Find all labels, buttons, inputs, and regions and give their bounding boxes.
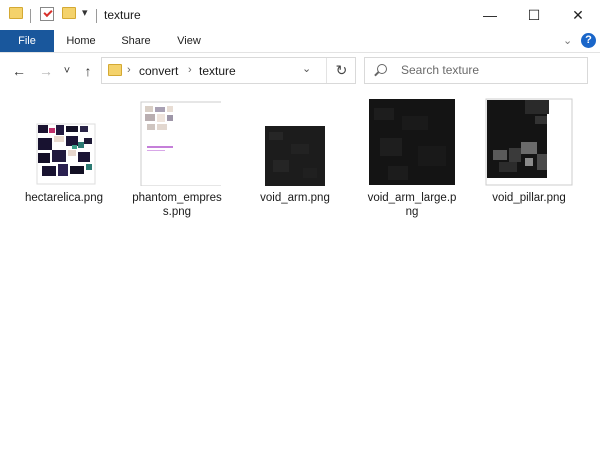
refresh-icon[interactable]: ↻: [326, 58, 356, 83]
search-icon: [377, 64, 387, 74]
minimize-button[interactable]: —: [468, 0, 512, 30]
address-bar[interactable]: › convert › texture ⌄ ↻: [101, 57, 356, 84]
thumbnail: [251, 98, 339, 186]
navigation-bar: ← → ˅ ↑ › convert › texture ⌄ ↻: [0, 53, 600, 88]
file-list: hectarelica.png phantom_empress.png void…: [0, 88, 600, 452]
tab-home[interactable]: Home: [60, 30, 102, 52]
file-item[interactable]: hectarelica.png: [14, 98, 114, 205]
address-dropdown-icon[interactable]: ⌄: [302, 62, 311, 75]
file-name: void_arm_large.png: [367, 192, 457, 218]
recent-locations-icon[interactable]: ˅: [60, 61, 74, 81]
breadcrumb-texture[interactable]: texture: [199, 64, 236, 78]
file-name: phantom_empress.png: [132, 192, 222, 218]
chevron-down-icon[interactable]: ⌄: [563, 34, 572, 47]
help-icon[interactable]: ?: [581, 33, 596, 48]
up-arrow-icon[interactable]: ↑: [78, 61, 98, 81]
title-bar: ▾ texture — ☐ ✕: [0, 0, 600, 30]
file-item[interactable]: void_arm.png: [245, 98, 345, 205]
properties-icon[interactable]: [40, 7, 54, 21]
customize-quick-access-icon[interactable]: ▾: [82, 6, 88, 22]
breadcrumb-separator: ›: [127, 64, 131, 76]
separator: [96, 9, 97, 23]
close-button[interactable]: ✕: [556, 0, 600, 30]
breadcrumb-separator: ›: [188, 64, 192, 76]
search-input[interactable]: [401, 63, 581, 77]
tab-view[interactable]: View: [168, 30, 210, 52]
forward-arrow-icon[interactable]: →: [35, 61, 57, 81]
thumbnail: [20, 98, 108, 186]
file-item[interactable]: phantom_empress.png: [127, 98, 228, 219]
file-name: void_arm.png: [260, 192, 330, 204]
thumbnail: [485, 98, 573, 186]
breadcrumb-convert[interactable]: convert: [139, 64, 178, 78]
file-name: hectarelica.png: [25, 192, 103, 204]
folder-icon: [9, 7, 23, 19]
window-title: texture: [104, 8, 141, 22]
separator: [30, 9, 31, 23]
tab-share[interactable]: Share: [114, 30, 158, 52]
file-item[interactable]: void_pillar.png: [479, 98, 579, 205]
maximize-button[interactable]: ☐: [512, 0, 556, 30]
file-name: void_pillar.png: [492, 192, 566, 204]
thumbnail: [133, 98, 228, 187]
ribbon-tabs: File Home Share View ⌄ ?: [0, 30, 600, 53]
search-box[interactable]: [364, 57, 588, 84]
thumbnail: [368, 98, 456, 186]
folder-icon: [108, 64, 122, 76]
back-arrow-icon[interactable]: ←: [8, 61, 30, 81]
tab-file[interactable]: File: [0, 30, 54, 52]
new-folder-icon[interactable]: [62, 7, 76, 19]
file-item[interactable]: void_arm_large.png: [362, 98, 462, 219]
